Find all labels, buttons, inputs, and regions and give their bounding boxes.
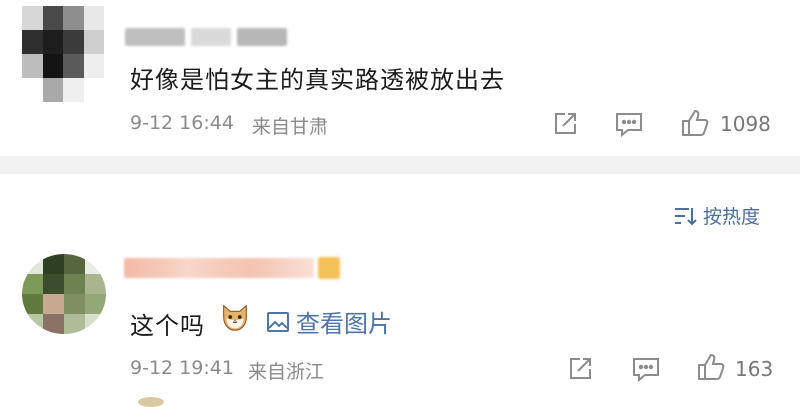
username-badge bbox=[318, 257, 340, 279]
username-redacted bbox=[125, 28, 185, 46]
like-count: 163 bbox=[735, 357, 774, 381]
comment-location: 来自甘肃 bbox=[252, 116, 329, 138]
sort-button[interactable]: 按热度 bbox=[673, 202, 760, 229]
view-image-link[interactable]: 查看图片 bbox=[266, 304, 392, 339]
cat-emoji-icon bbox=[218, 300, 252, 334]
share-icon[interactable] bbox=[566, 355, 594, 383]
next-comment-avatar[interactable] bbox=[138, 397, 164, 407]
sort-label: 按热度 bbox=[703, 206, 761, 228]
comment-location: 来自浙江 bbox=[248, 361, 325, 383]
comment-time: 9-12 19:41 bbox=[130, 357, 234, 379]
avatar[interactable] bbox=[22, 254, 106, 334]
username-redacted bbox=[191, 28, 231, 46]
thumbs-up-icon[interactable] bbox=[696, 352, 726, 382]
sort-icon bbox=[673, 205, 697, 227]
comment-icon[interactable] bbox=[614, 110, 644, 138]
comment-icon[interactable] bbox=[631, 355, 661, 383]
image-icon bbox=[266, 311, 290, 333]
username-redacted bbox=[237, 28, 287, 46]
username[interactable] bbox=[124, 254, 354, 282]
comment-text: 这个吗 bbox=[130, 312, 205, 340]
share-icon[interactable] bbox=[551, 110, 579, 138]
thumbs-up-icon[interactable] bbox=[680, 108, 710, 138]
view-image-label: 查看图片 bbox=[296, 310, 392, 338]
like-count: 1098 bbox=[720, 112, 771, 136]
username-redacted bbox=[124, 258, 314, 278]
username[interactable] bbox=[125, 28, 305, 50]
comment-text: 好像是怕女主的真实路透被放出去 bbox=[130, 66, 505, 94]
section-divider bbox=[0, 156, 800, 174]
comment-time: 9-12 16:44 bbox=[130, 112, 234, 134]
avatar[interactable] bbox=[22, 6, 104, 102]
